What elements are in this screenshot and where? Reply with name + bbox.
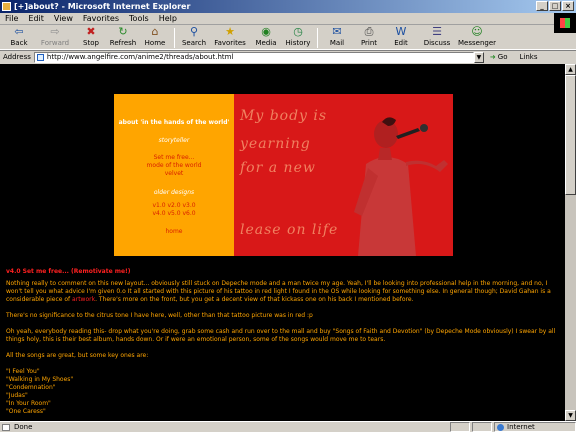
standard-toolbar: ⇦ Back ⇨ Forward ✖ Stop ↻ Refresh ⌂ Home ⚲ Sea… bbox=[0, 26, 576, 50]
close-button[interactable]: × bbox=[562, 1, 574, 11]
menu-tools[interactable]: Tools bbox=[124, 14, 154, 23]
menu-bar: File Edit View Favorites Tools Help bbox=[0, 13, 576, 25]
window-title: [+]about? - Microsoft Internet Explorer bbox=[14, 2, 191, 11]
status-bar: Done Internet bbox=[0, 421, 576, 432]
menu-view[interactable]: View bbox=[49, 14, 78, 23]
printer-icon: ⎙ bbox=[364, 25, 374, 38]
back-button[interactable]: ⇦ Back bbox=[4, 26, 34, 48]
status-text: Done bbox=[0, 423, 448, 431]
header-banner: about 'in the hands of the world' storyt… bbox=[114, 94, 453, 256]
links-button[interactable]: Links bbox=[519, 53, 537, 61]
artwork-link[interactable]: artwork bbox=[72, 296, 95, 303]
paragraph-key-songs: All the songs are great, but some key on… bbox=[6, 352, 149, 359]
media-button[interactable]: ◉ Media bbox=[251, 26, 281, 48]
toolbar-separator bbox=[317, 28, 318, 48]
nav-title: about 'in the hands of the world' bbox=[118, 119, 230, 126]
nav-link-mode[interactable]: mode of the world bbox=[114, 162, 234, 170]
paragraph-album: Oh yeah, everybody reading this- drop wh… bbox=[6, 328, 556, 343]
stop-button[interactable]: ✖ Stop bbox=[76, 26, 106, 48]
menu-help[interactable]: Help bbox=[154, 14, 182, 23]
list-item: "Judas" bbox=[6, 392, 28, 399]
discuss-button[interactable]: ☰ Discuss bbox=[418, 26, 456, 48]
song-list: "I Feel You" "Walking in My Shoes" "Cond… bbox=[6, 368, 558, 416]
scroll-thumb[interactable] bbox=[565, 75, 576, 195]
address-label: Address bbox=[3, 53, 31, 61]
scroll-down-button[interactable]: ▼ bbox=[565, 410, 576, 421]
menu-edit[interactable]: Edit bbox=[23, 14, 49, 23]
home-icon: ⌂ bbox=[151, 25, 159, 38]
vertical-scrollbar[interactable]: ▲ ▼ bbox=[565, 64, 576, 421]
banner-text-line3: for a new bbox=[240, 160, 316, 176]
nav-link-versions-row1[interactable]: v1.0 v2.0 v3.0 bbox=[114, 202, 234, 210]
page-icon bbox=[36, 53, 44, 61]
refresh-button[interactable]: ↻ Refresh bbox=[108, 26, 138, 48]
messenger-icon: ☺ bbox=[471, 25, 483, 38]
singer-photo bbox=[354, 117, 448, 256]
address-dropdown-button[interactable]: ▼ bbox=[473, 51, 484, 63]
title-bar: [+]about? - Microsoft Internet Explorer … bbox=[0, 0, 576, 13]
nav-link-set-free[interactable]: Set me free... bbox=[114, 154, 234, 162]
nav-designs-label: older designs bbox=[153, 189, 195, 196]
menu-file[interactable]: File bbox=[0, 14, 23, 23]
refresh-icon: ↻ bbox=[118, 25, 128, 38]
page-done-icon bbox=[2, 424, 10, 431]
list-item: "Walking in My Shoes" bbox=[6, 376, 74, 383]
maximize-button[interactable]: □ bbox=[549, 1, 561, 11]
paragraph-intro: Nothing really to comment on this new la… bbox=[6, 280, 551, 303]
list-item: "In Your Room" bbox=[6, 400, 51, 407]
media-icon: ◉ bbox=[261, 25, 271, 38]
section-heading: v4.0 Set me free... (Remotivate me!) bbox=[6, 268, 131, 275]
address-input[interactable]: http://www.angelfire.com/anime2/threads/… bbox=[33, 51, 474, 63]
stop-icon: ✖ bbox=[86, 25, 96, 38]
banner-photo: My body is yearning for a new lease on l… bbox=[234, 94, 453, 256]
status-cell bbox=[472, 422, 492, 432]
forward-arrow-icon: ⇨ bbox=[50, 25, 60, 38]
back-arrow-icon: ⇦ bbox=[14, 25, 24, 38]
menu-favorites[interactable]: Favorites bbox=[78, 14, 124, 23]
search-icon: ⚲ bbox=[189, 25, 199, 38]
nav-link-home[interactable]: home bbox=[114, 228, 234, 236]
nav-link-versions-row2[interactable]: v4.0 v5.0 v6.0 bbox=[114, 210, 234, 218]
home-button[interactable]: ⌂ Home bbox=[140, 26, 170, 48]
discuss-icon: ☰ bbox=[432, 25, 442, 38]
list-item: "One Caress" bbox=[6, 408, 46, 415]
forward-button[interactable]: ⇨ Forward bbox=[36, 26, 74, 48]
messenger-button[interactable]: ☺ Messenger bbox=[458, 26, 496, 48]
page-viewport: about 'in the hands of the world' storyt… bbox=[0, 64, 565, 421]
banner-text-line4: lease on life bbox=[240, 222, 339, 238]
history-icon: ◷ bbox=[293, 25, 303, 38]
history-button[interactable]: ◷ History bbox=[283, 26, 313, 48]
go-arrow-icon: ➜ bbox=[489, 53, 496, 61]
ie-app-icon bbox=[2, 2, 11, 11]
favorites-button[interactable]: ★ Favorites bbox=[211, 26, 249, 48]
list-item: "I Feel You" bbox=[6, 368, 40, 375]
address-url: http://www.angelfire.com/anime2/threads/… bbox=[46, 52, 234, 61]
list-item: "Condemnation" bbox=[6, 384, 56, 391]
page-content: v4.0 Set me free... (Remotivate me!) Not… bbox=[6, 268, 558, 416]
minimize-button[interactable]: _ bbox=[536, 1, 548, 11]
word-edit-icon: W bbox=[395, 25, 407, 38]
mail-button[interactable]: ✉ Mail bbox=[322, 26, 352, 48]
scroll-up-button[interactable]: ▲ bbox=[565, 64, 576, 75]
status-cell bbox=[450, 422, 470, 432]
print-button[interactable]: ⎙ Print bbox=[354, 26, 384, 48]
banner-text-line1: My body is bbox=[240, 108, 328, 124]
security-zone: Internet bbox=[494, 422, 576, 432]
paragraph-citrus: There's no significance to the citrus to… bbox=[6, 312, 313, 319]
nav-link-velvet[interactable]: velvet bbox=[114, 170, 234, 178]
nav-storyteller-label: storyteller bbox=[158, 137, 190, 144]
edit-button[interactable]: W Edit bbox=[386, 26, 416, 48]
nav-panel: about 'in the hands of the world' storyt… bbox=[114, 94, 234, 256]
banner-text-line2: yearning bbox=[240, 136, 311, 152]
go-button[interactable]: ➜ Go bbox=[490, 53, 508, 61]
globe-icon bbox=[497, 424, 504, 431]
toolbar-separator bbox=[174, 28, 175, 48]
search-button[interactable]: ⚲ Search bbox=[179, 26, 209, 48]
mail-icon: ✉ bbox=[332, 25, 342, 38]
address-bar: Address http://www.angelfire.com/anime2/… bbox=[0, 50, 576, 63]
favorites-star-icon: ★ bbox=[225, 25, 235, 38]
